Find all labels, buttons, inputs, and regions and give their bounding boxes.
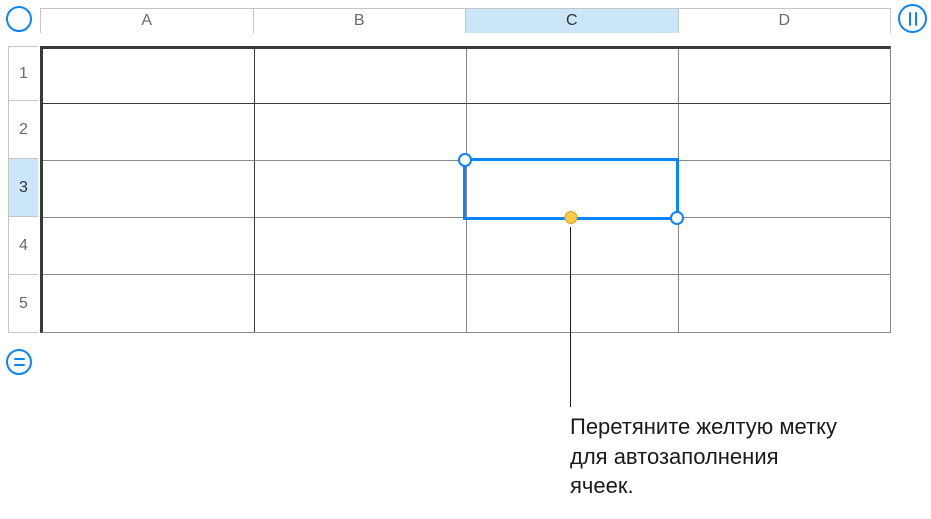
cell[interactable] — [43, 104, 255, 161]
cell[interactable] — [43, 218, 255, 275]
cell[interactable] — [255, 104, 467, 161]
column-header-c[interactable]: C — [466, 9, 679, 33]
row-header-3[interactable]: 3 — [8, 159, 38, 217]
column-header-a[interactable]: A — [40, 9, 254, 33]
cell[interactable] — [467, 49, 679, 104]
add-row-button[interactable] — [6, 349, 32, 375]
cell[interactable] — [255, 218, 467, 275]
cell[interactable] — [255, 275, 467, 332]
callout-text: Перетяните желтую метку для автозаполнен… — [570, 412, 840, 501]
cell[interactable] — [467, 275, 679, 332]
add-column-button[interactable] — [898, 4, 927, 33]
cell[interactable] — [679, 104, 890, 161]
equals-icon — [14, 358, 25, 360]
column-header-d[interactable]: D — [679, 9, 892, 33]
table-corner-handle[interactable] — [6, 6, 32, 32]
cell[interactable] — [679, 218, 890, 275]
cell[interactable] — [467, 161, 679, 218]
callout-leader-line — [570, 227, 571, 407]
cell[interactable] — [467, 218, 679, 275]
cell[interactable] — [467, 104, 679, 161]
columns-icon — [909, 12, 911, 26]
cell[interactable] — [255, 161, 467, 218]
cell[interactable] — [43, 49, 255, 104]
column-header-b[interactable]: B — [254, 9, 467, 33]
row-header-5[interactable]: 5 — [8, 275, 38, 333]
row-header-4[interactable]: 4 — [8, 217, 38, 275]
row-header-1[interactable]: 1 — [8, 46, 38, 101]
cell[interactable] — [679, 161, 890, 218]
row-headers: 1 2 3 4 5 — [8, 46, 38, 333]
cell[interactable] — [679, 49, 890, 104]
column-headers: A B C D — [40, 8, 891, 33]
equals-icon — [14, 364, 25, 366]
cell[interactable] — [43, 275, 255, 332]
cell[interactable] — [255, 49, 467, 104]
cell[interactable] — [43, 161, 255, 218]
spreadsheet-grid[interactable] — [40, 46, 891, 333]
row-header-2[interactable]: 2 — [8, 101, 38, 159]
columns-icon — [915, 12, 917, 26]
cell[interactable] — [679, 275, 890, 332]
